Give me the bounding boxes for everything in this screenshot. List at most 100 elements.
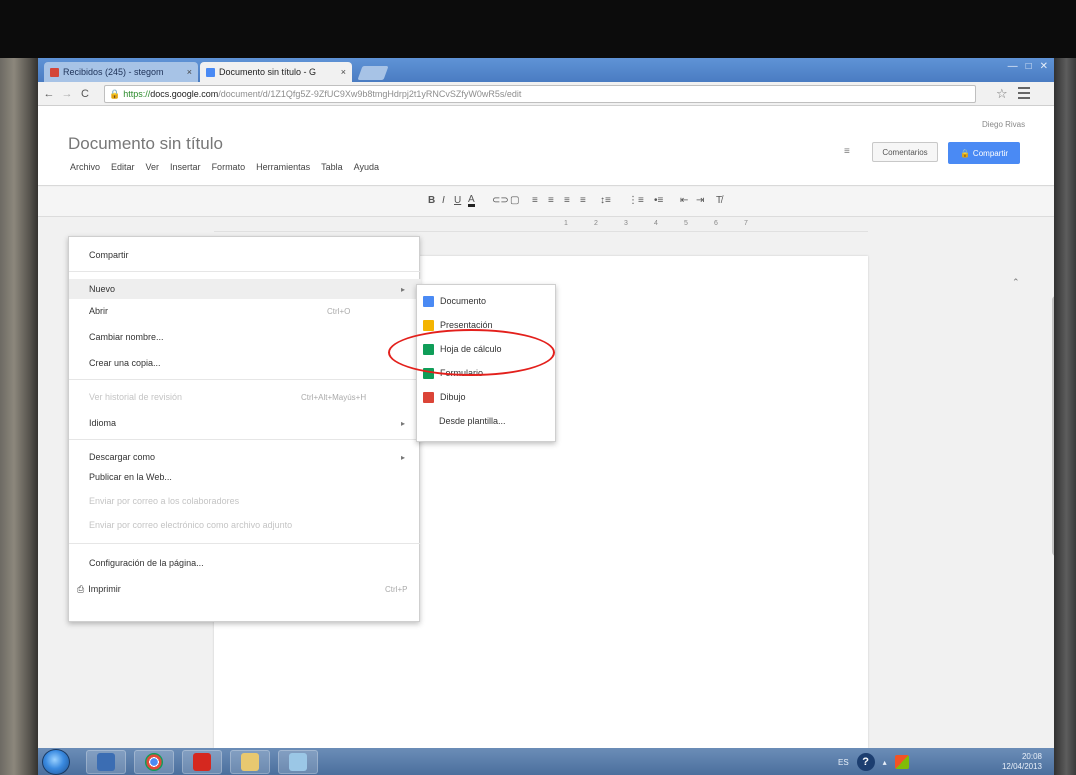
minimize-icon[interactable]: — xyxy=(1008,61,1018,72)
address-bar[interactable]: 🔒 https:// docs.google.com /document/d/1… xyxy=(104,85,976,103)
align-center-icon[interactable]: ≡ xyxy=(548,195,554,206)
menu-ver[interactable]: Ver xyxy=(144,160,162,174)
new-document-item[interactable]: Documento xyxy=(417,289,557,313)
tray-arrow-icon[interactable]: ▴ xyxy=(883,758,887,767)
file-menu-revision-history: Ver historial de revisión Ctrl+Alt+Mayús… xyxy=(69,387,421,407)
menu-item-label: Nuevo xyxy=(89,284,116,294)
bookmark-star-icon[interactable]: ☆ xyxy=(996,86,1008,102)
comment-icon[interactable]: ▢ xyxy=(510,195,519,206)
clock-time: 20:08 xyxy=(1021,752,1042,761)
menu-insertar[interactable]: Insertar xyxy=(168,160,203,174)
ruler[interactable]: 1 2 3 4 5 6 7 xyxy=(214,218,868,232)
system-clock[interactable]: 20:08 12/04/2013 xyxy=(1002,752,1042,772)
file-menu-rename[interactable]: Cambiar nombre... xyxy=(69,327,421,347)
menu-item-shortcut: Ctrl+O xyxy=(327,306,351,316)
start-button[interactable] xyxy=(42,749,70,775)
menu-herramientas[interactable]: Herramientas xyxy=(254,160,312,174)
close-window-icon[interactable]: ✕ xyxy=(1040,61,1048,72)
help-icon[interactable]: ? xyxy=(856,753,875,771)
new-from-template-item[interactable]: Desde plantilla... xyxy=(417,409,557,433)
forward-icon[interactable]: → xyxy=(60,87,74,101)
new-tab-button[interactable] xyxy=(357,66,389,80)
menu-item-label: Descargar como xyxy=(89,452,156,462)
file-menu: Compartir Nuevo ▸ Abrir Ctrl+O Cambiar n… xyxy=(68,236,421,622)
explorer-icon xyxy=(97,753,115,771)
maximize-icon[interactable]: □ xyxy=(1026,61,1032,72)
align-left-icon[interactable]: ≡ xyxy=(532,195,538,206)
menu-separator xyxy=(69,379,421,380)
browser-toolbar: ← → C 🔒 https:// docs.google.com /docume… xyxy=(38,82,1054,106)
align-justify-icon[interactable]: ≡ xyxy=(580,195,586,206)
clock-date: 12/04/2013 xyxy=(1001,762,1042,771)
underline-icon[interactable]: U xyxy=(454,195,461,206)
taskbar-explorer[interactable] xyxy=(86,750,126,774)
clear-formatting-icon[interactable]: T̸ xyxy=(716,195,722,206)
screen-top-bezel xyxy=(0,0,1076,58)
docs-page: Documento sin título Archivo Editar Ver … xyxy=(38,106,1054,748)
url-host: docs.google.com xyxy=(150,89,219,99)
taskbar-acrobat[interactable] xyxy=(182,750,222,774)
file-menu-download-as[interactable]: Descargar como ▸ xyxy=(69,447,421,467)
bold-icon[interactable]: B xyxy=(428,195,435,206)
menu-item-label: Crear una copia... xyxy=(89,358,161,368)
docs-menubar: Archivo Editar Ver Insertar Formato Herr… xyxy=(68,160,381,174)
text-color-icon[interactable]: A xyxy=(468,195,475,207)
bulleted-list-icon[interactable]: •≡ xyxy=(654,195,663,206)
taskbar-chrome[interactable] xyxy=(134,750,174,774)
file-menu-print[interactable]: ⎙ Imprimir Ctrl+P xyxy=(69,579,421,599)
tab-label: Documento sin título - G xyxy=(219,67,317,77)
new-drawing-item[interactable]: Dibujo xyxy=(417,385,557,409)
increase-indent-icon[interactable]: ⇥ xyxy=(696,195,704,206)
close-tab-icon[interactable]: × xyxy=(183,67,192,77)
menu-tabla[interactable]: Tabla xyxy=(319,160,345,174)
windows-taskbar: ES ? ▴ 20:08 12/04/2013 xyxy=(38,748,1054,775)
menu-item-label: Documento xyxy=(440,296,487,306)
chrome-menu-icon[interactable] xyxy=(1018,87,1030,99)
people-icon[interactable]: ≡ xyxy=(844,146,850,157)
screen-left-bezel xyxy=(0,58,40,775)
menu-ayuda[interactable]: Ayuda xyxy=(352,160,381,174)
file-menu-share[interactable]: Compartir xyxy=(69,245,421,265)
italic-icon[interactable]: I xyxy=(442,195,445,206)
menu-formato[interactable]: Formato xyxy=(210,160,248,174)
gmail-icon xyxy=(50,67,59,77)
screen-right-bezel xyxy=(1052,58,1076,775)
link-icon[interactable]: ⊂⊃ xyxy=(492,195,509,206)
file-menu-language[interactable]: Idioma ▸ xyxy=(69,413,421,433)
menu-archivo[interactable]: Archivo xyxy=(68,160,102,174)
document-title[interactable]: Documento sin título xyxy=(68,134,223,154)
share-button[interactable]: 🔒 Compartir xyxy=(948,142,1020,164)
notepad-icon xyxy=(289,753,307,771)
file-menu-page-setup[interactable]: Configuración de la página... xyxy=(69,553,421,573)
file-menu-open[interactable]: Abrir Ctrl+O xyxy=(69,301,421,321)
close-tab-icon[interactable]: × xyxy=(337,67,346,77)
action-center-flag-icon[interactable] xyxy=(894,755,909,769)
file-menu-new[interactable]: Nuevo ▸ xyxy=(69,279,421,299)
decrease-indent-icon[interactable]: ⇤ xyxy=(680,195,688,206)
collapse-toolbar-icon[interactable]: ⌃ xyxy=(1012,277,1020,288)
menu-separator xyxy=(69,271,421,272)
menu-separator xyxy=(69,543,421,544)
file-menu-publish[interactable]: Publicar en la Web... xyxy=(69,467,421,487)
file-menu-make-copy[interactable]: Crear una copia... xyxy=(69,353,421,373)
taskbar-folder[interactable] xyxy=(230,750,270,774)
url-path: /document/d/1Z1Qfg5Z-9ZfUC9Xw9b8tmgHdrpj… xyxy=(218,89,522,99)
menu-item-shortcut: Ctrl+Alt+Mayús+H xyxy=(301,392,367,402)
reload-icon[interactable]: C xyxy=(78,87,92,101)
keyboard-language-icon[interactable]: ES xyxy=(838,758,849,767)
user-account-name[interactable]: Diego Rivas xyxy=(982,120,1025,129)
tab-docs[interactable]: Documento sin título - G × xyxy=(200,62,352,82)
menu-editar[interactable]: Editar xyxy=(109,160,137,174)
back-icon[interactable]: ← xyxy=(42,87,56,101)
comments-button[interactable]: Comentarios xyxy=(872,142,938,162)
taskbar-notepad[interactable] xyxy=(278,750,318,774)
menu-item-label: Imprimir xyxy=(88,584,121,594)
tab-strip: Recibidos (245) - stegom × Documento sin… xyxy=(38,58,1054,82)
menu-item-label: Compartir xyxy=(89,250,129,260)
align-right-icon[interactable]: ≡ xyxy=(564,195,570,206)
numbered-list-icon[interactable]: ⋮≡ xyxy=(628,195,644,206)
line-spacing-icon[interactable]: ↕≡ xyxy=(600,195,611,206)
vertical-scrollbar[interactable] xyxy=(1052,296,1054,556)
tab-gmail[interactable]: Recibidos (245) - stegom × xyxy=(44,62,198,82)
lock-icon: 🔒 xyxy=(109,88,121,99)
